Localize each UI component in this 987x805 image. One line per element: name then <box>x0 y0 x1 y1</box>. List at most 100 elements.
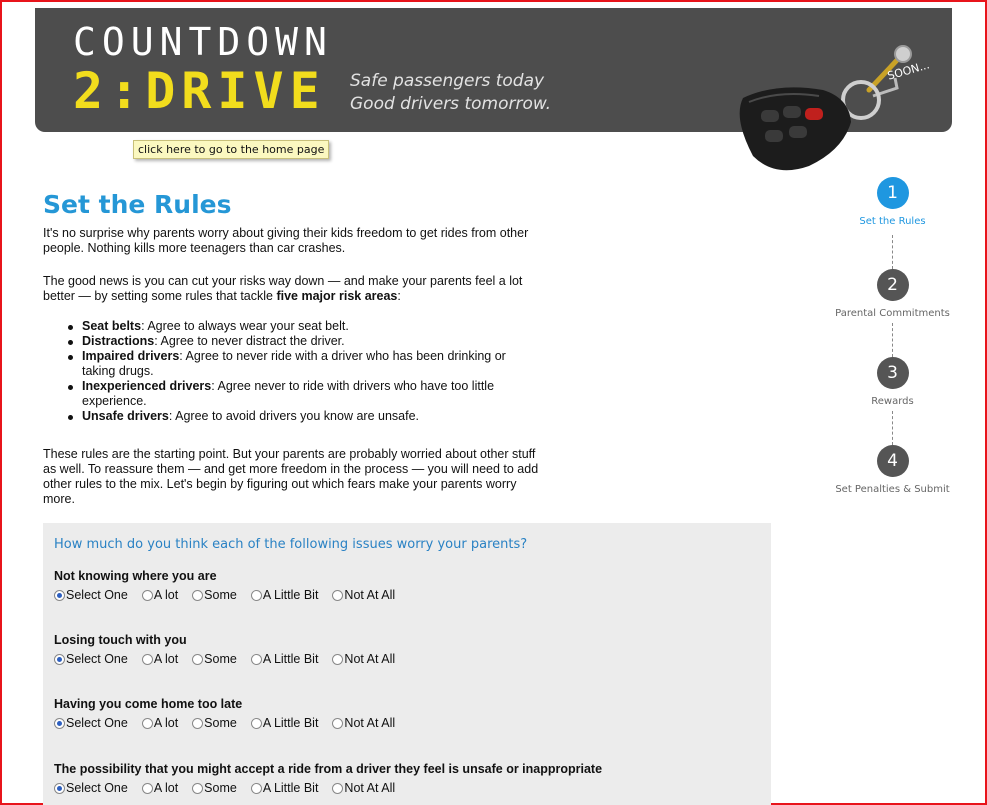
rule-term: Distractions <box>82 334 155 348</box>
radio-button[interactable] <box>54 589 65 601</box>
radio-option-select-one[interactable]: Select One <box>54 588 128 602</box>
radio-option-not-at-all[interactable]: Not At All <box>332 588 395 602</box>
rule-desc: : Agree to never distract the driver. <box>154 334 345 348</box>
radio-option-a-lot[interactable]: A lot <box>141 781 179 795</box>
radio-button[interactable] <box>141 589 153 601</box>
rule-desc: : Agree to always wear your seat belt. <box>141 319 349 333</box>
radio-label: Select One <box>66 781 128 795</box>
rule-term: Impaired drivers <box>82 349 180 363</box>
car-key-fob-icon <box>739 45 912 171</box>
radio-label: Not At All <box>344 781 396 795</box>
radio-button[interactable] <box>250 589 262 601</box>
tagline: Safe passengers today Good drivers tomor… <box>350 70 551 116</box>
rule-item: Impaired drivers: Agree to never ride wi… <box>67 349 537 379</box>
step-3[interactable]: 3 Rewards <box>820 357 965 407</box>
radio-label: Select One <box>66 716 128 730</box>
radio-button[interactable] <box>54 653 65 665</box>
radio-button[interactable] <box>54 717 65 729</box>
survey-item: Losing touch with you Select One A lot S… <box>54 633 409 666</box>
radio-group: Select One A lot Some A Little Bit Not A… <box>54 652 409 666</box>
intro-paragraph: It's no surprise why parents worry about… <box>43 226 529 255</box>
radio-label: Some <box>204 652 237 666</box>
radio-option-a-little-bit[interactable]: A Little Bit <box>250 781 319 795</box>
survey-item: Having you come home too late Select One… <box>54 697 409 730</box>
survey-item-label: Not knowing where you are <box>54 569 217 583</box>
radio-option-a-little-bit[interactable]: A Little Bit <box>250 652 318 666</box>
survey-item-label: Losing touch with you <box>54 633 187 647</box>
radio-button[interactable] <box>250 653 262 665</box>
radio-option-a-lot[interactable]: A lot <box>141 716 179 730</box>
radio-option-a-little-bit[interactable]: A Little Bit <box>250 588 319 602</box>
radio-option-select-one[interactable]: Select One <box>54 652 128 666</box>
step-2-label: Parental Commitments <box>835 308 950 319</box>
rule-term: Unsafe drivers <box>82 409 169 423</box>
survey-item-label: The possibility that you might accept a … <box>54 762 603 776</box>
rule-item: Inexperienced drivers: Agree never to ri… <box>67 379 537 409</box>
radio-label: Not At All <box>344 652 396 666</box>
rule-term: Seat belts <box>82 319 142 333</box>
radio-option-not-at-all[interactable]: Not At All <box>332 716 395 730</box>
rule-desc: : Agree to avoid drivers you know are un… <box>168 409 419 423</box>
logo-line-2[interactable]: 2:DRIVE <box>73 64 326 118</box>
good-news-bold: five major risk areas <box>276 289 398 303</box>
step-2-number: 2 <box>876 269 909 301</box>
radio-label: Some <box>204 588 237 602</box>
step-2[interactable]: 2 Parental Commitments <box>820 269 965 319</box>
home-tooltip[interactable]: click here to go to the home page <box>133 140 330 159</box>
step-4-number: 4 <box>876 445 909 477</box>
radio-option-select-one[interactable]: Select One <box>54 781 128 795</box>
worry-survey: How much do you think each of the follow… <box>43 523 771 805</box>
radio-button[interactable] <box>141 717 153 729</box>
radio-option-not-at-all[interactable]: Not At All <box>332 781 395 795</box>
radio-button[interactable] <box>250 717 262 729</box>
logo-line-1[interactable]: COUNTDOWN <box>73 22 333 62</box>
radio-button[interactable] <box>192 782 204 794</box>
radio-option-a-lot[interactable]: A lot <box>141 588 179 602</box>
step-connector <box>892 411 893 445</box>
step-1-number: 1 <box>876 177 909 209</box>
radio-button[interactable] <box>192 653 204 665</box>
radio-button[interactable] <box>192 589 204 601</box>
progress-steps: 1 Set the Rules 2 Parental Commitments 3… <box>820 177 965 497</box>
radio-label: A lot <box>153 652 179 666</box>
radio-label: A Little Bit <box>262 781 319 795</box>
radio-label: A lot <box>153 781 179 795</box>
radio-button[interactable] <box>54 782 65 794</box>
radio-option-select-one[interactable]: Select One <box>54 716 128 730</box>
radio-option-some[interactable]: Some <box>192 652 237 666</box>
step-3-number: 3 <box>876 357 909 389</box>
survey-item: The possibility that you might accept a … <box>54 762 602 795</box>
radio-option-not-at-all[interactable]: Not At All <box>332 652 395 666</box>
rule-term: Inexperienced drivers <box>82 379 212 393</box>
radio-button[interactable] <box>141 782 153 794</box>
radio-button[interactable] <box>332 653 344 665</box>
step-3-label: Rewards <box>871 396 914 407</box>
radio-option-some[interactable]: Some <box>192 781 237 795</box>
step-4[interactable]: 4 Set Penalties & Submit <box>820 445 965 495</box>
radio-label: Some <box>204 781 237 795</box>
radio-button[interactable] <box>332 589 344 601</box>
radio-button[interactable] <box>192 717 204 729</box>
radio-option-a-lot[interactable]: A lot <box>141 652 179 666</box>
step-1[interactable]: 1 Set the Rules <box>820 177 965 227</box>
radio-option-some[interactable]: Some <box>192 588 237 602</box>
radio-label: Not At All <box>344 588 396 602</box>
radio-button[interactable] <box>250 782 262 794</box>
radio-option-some[interactable]: Some <box>192 716 237 730</box>
rule-item: Distractions: Agree to never distract th… <box>67 334 537 349</box>
radio-button[interactable] <box>332 717 344 729</box>
radio-label: A lot <box>153 716 179 730</box>
radio-label: Some <box>204 716 237 730</box>
radio-label: A Little Bit <box>262 588 319 602</box>
good-news-colon: : <box>397 289 401 303</box>
tagline-line-1: Safe passengers today <box>350 71 545 91</box>
radio-button[interactable] <box>141 653 153 665</box>
radio-option-a-little-bit[interactable]: A Little Bit <box>250 716 318 730</box>
step-1-label: Set the Rules <box>859 216 926 227</box>
radio-button[interactable] <box>332 782 344 794</box>
radio-label: A lot <box>153 588 179 602</box>
step-connector <box>892 323 893 357</box>
tagline-line-2: Good drivers tomorrow. <box>350 94 552 114</box>
rule-item: Unsafe drivers: Agree to avoid drivers y… <box>67 409 537 424</box>
step-4-label: Set Penalties & Submit <box>835 484 950 495</box>
